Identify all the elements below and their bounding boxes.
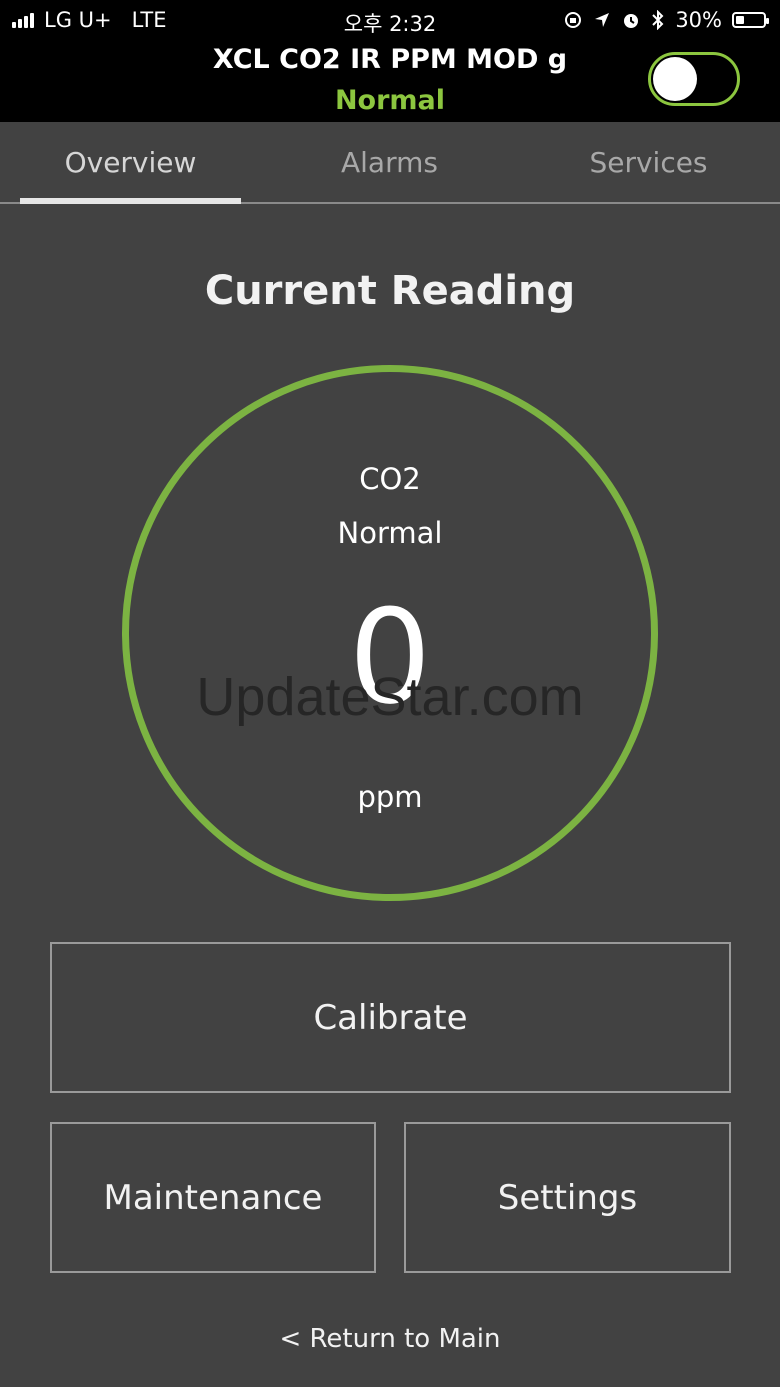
device-toggle[interactable] xyxy=(648,52,740,106)
tab-services[interactable]: Services xyxy=(538,146,759,179)
settings-button[interactable]: Settings xyxy=(404,1122,731,1273)
gas-state: Normal xyxy=(337,516,443,550)
page-heading: Current Reading xyxy=(204,268,576,314)
toggle-knob[interactable] xyxy=(653,57,697,101)
maintenance-button[interactable]: Maintenance xyxy=(50,1122,376,1273)
gas-name: CO2 xyxy=(359,462,421,496)
battery-percent: 30% xyxy=(675,8,722,32)
battery-icon xyxy=(732,12,769,28)
tab-bar: Overview Alarms Services xyxy=(0,122,780,204)
calibrate-button[interactable]: Calibrate xyxy=(50,942,731,1093)
battery-fill xyxy=(736,16,744,24)
tab-alarms[interactable]: Alarms xyxy=(279,146,500,179)
status-right: 30% xyxy=(563,8,769,32)
tab-overview[interactable]: Overview xyxy=(20,146,241,179)
active-tab-indicator xyxy=(20,198,241,204)
watermark: UpdateStar.com xyxy=(196,667,584,727)
reading-unit: ppm xyxy=(357,780,423,814)
top-bar: LG U+ LTE 오후 2:32 30% XCL CO2 IR PPM MOD… xyxy=(0,0,780,122)
location-icon xyxy=(595,13,610,27)
alarm-icon xyxy=(624,14,639,28)
bluetooth-icon xyxy=(652,10,664,30)
status-bar: LG U+ LTE 오후 2:32 30% xyxy=(0,0,780,40)
return-to-main-link[interactable]: < Return to Main xyxy=(0,1324,780,1354)
lock-rotation-icon xyxy=(565,12,582,28)
